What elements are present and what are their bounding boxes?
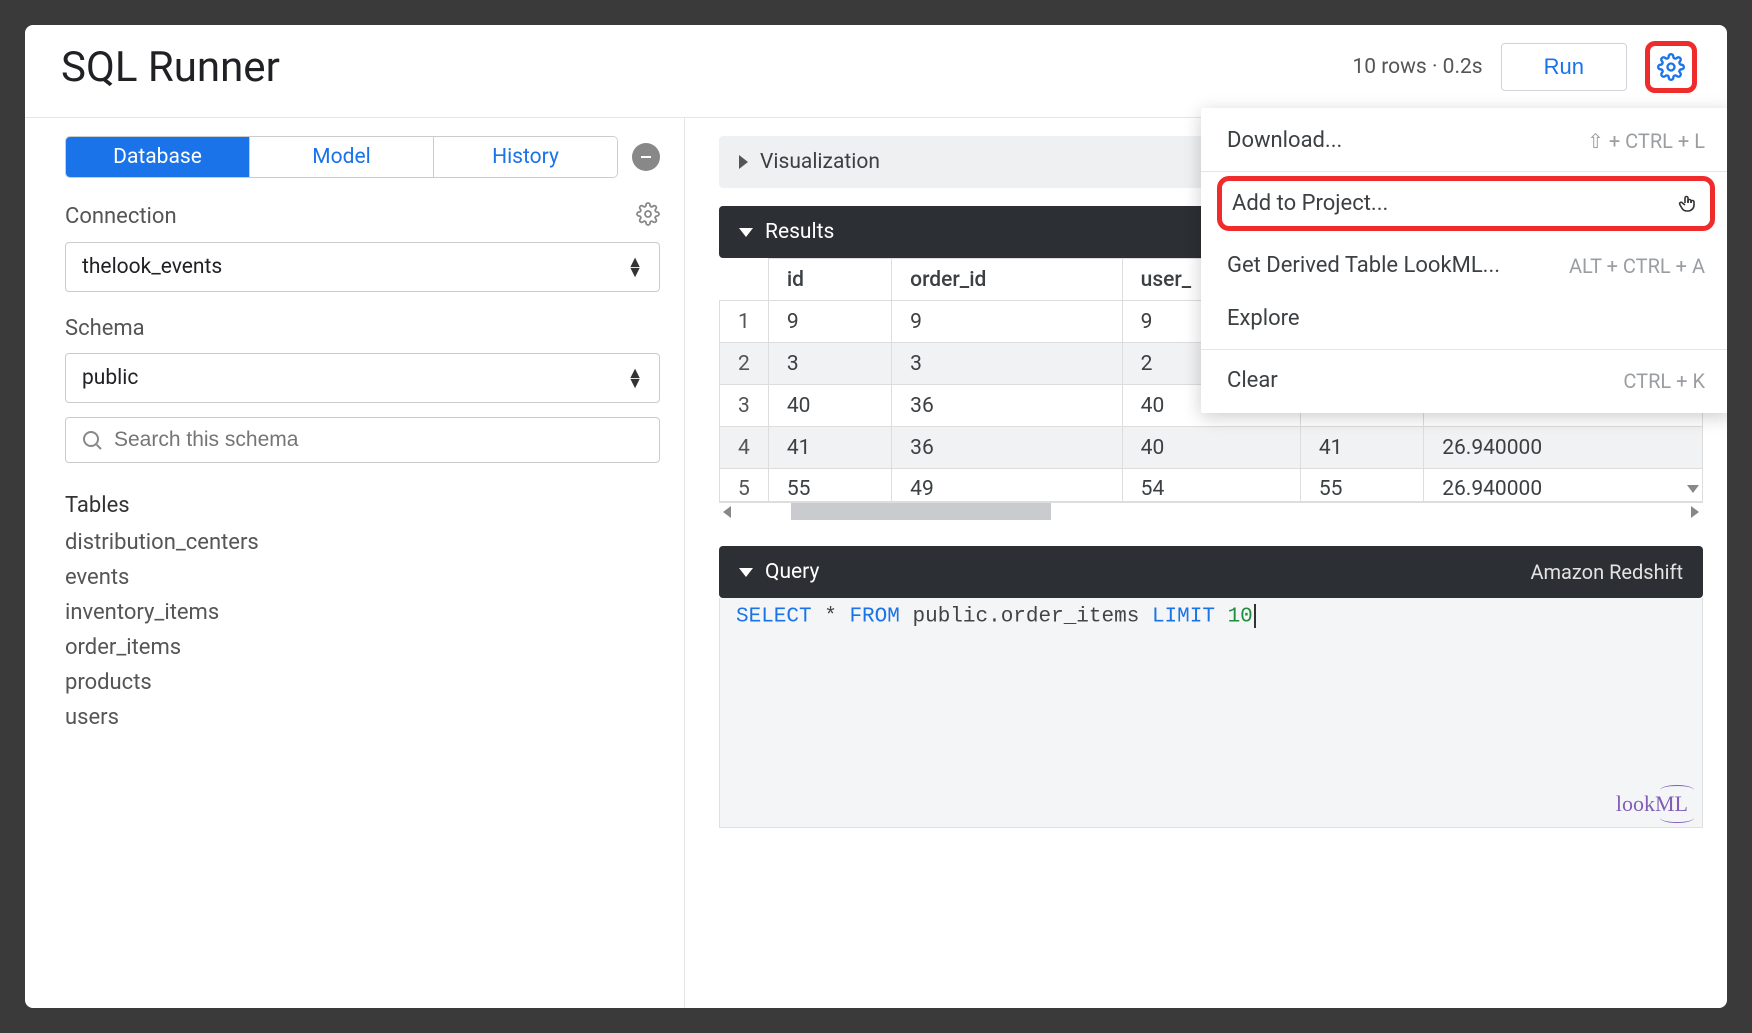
search-icon — [80, 428, 104, 452]
header-right: 10 rows · 0.2s Run — [1352, 41, 1697, 93]
gear-icon — [1657, 53, 1685, 81]
schema-section: Schema — [65, 316, 660, 341]
table-row[interactable]: 44136404126.940000 — [720, 427, 1703, 469]
menu-clear[interactable]: Clear CTRL + K — [1201, 354, 1727, 407]
query-panel-header[interactable]: Query Amazon Redshift — [719, 546, 1703, 598]
scroll-right-icon — [1691, 506, 1699, 518]
connection-select[interactable]: thelook_events ▲▼ — [65, 242, 660, 292]
content-area: Visualization Results id order_id — [685, 118, 1727, 1008]
query-label: Query — [765, 560, 819, 584]
gear-icon — [636, 202, 660, 226]
app-window: SQL Runner 10 rows · 0.2s Run Database M… — [25, 25, 1727, 1008]
schema-label: Schema — [65, 316, 145, 341]
caret-down-icon — [739, 228, 753, 237]
connection-value: thelook_events — [82, 255, 222, 279]
page-header: SQL Runner 10 rows · 0.2s Run — [25, 25, 1727, 118]
rows-info: 10 rows · 0.2s — [1352, 55, 1482, 79]
menu-separator — [1201, 171, 1727, 172]
sql-editor[interactable]: SELECT * FROM public.order_items LIMIT 1… — [719, 598, 1703, 828]
column-header[interactable]: order_id — [892, 259, 1122, 301]
sort-icon: ▲▼ — [627, 368, 643, 387]
menu-explore[interactable]: Explore — [1201, 292, 1727, 345]
table-item[interactable]: order_items — [65, 633, 660, 662]
schema-search[interactable] — [65, 417, 660, 463]
sidebar: Database Model History Connection — [25, 118, 685, 1008]
table-row[interactable]: 55549545526.940000 — [720, 469, 1703, 502]
pointer-hand-icon — [1676, 192, 1700, 216]
scroll-down-icon — [1687, 485, 1699, 493]
table-item[interactable]: inventory_items — [65, 598, 660, 627]
table-item[interactable]: users — [65, 703, 660, 732]
query-panel: Query Amazon Redshift SELECT * FROM publ… — [719, 546, 1703, 828]
tab-history[interactable]: History — [434, 137, 617, 177]
tab-database[interactable]: Database — [66, 137, 250, 177]
tables-label: Tables — [65, 493, 130, 518]
table-list: distribution_centers events inventory_it… — [65, 528, 660, 732]
schema-value: public — [82, 366, 138, 390]
caret-down-icon — [739, 568, 753, 577]
caret-right-icon — [739, 155, 748, 169]
table-item[interactable]: events — [65, 563, 660, 592]
table-item[interactable]: distribution_centers — [65, 528, 660, 557]
horizontal-scrollbar[interactable] — [719, 502, 1703, 520]
run-button[interactable]: Run — [1501, 43, 1627, 91]
menu-add-to-project[interactable]: Add to Project... — [1217, 176, 1715, 231]
menu-download[interactable]: Download... ⇧ + CTRL + L — [1201, 114, 1727, 167]
settings-dropdown: Download... ⇧ + CTRL + L Add to Project.… — [1201, 108, 1727, 413]
results-label: Results — [765, 220, 834, 244]
collapse-sidebar-button[interactable] — [632, 143, 660, 171]
visualization-label: Visualization — [760, 150, 880, 174]
schema-select[interactable]: public ▲▼ — [65, 353, 660, 403]
sidebar-tab-row: Database Model History — [65, 136, 660, 178]
sidebar-tabs: Database Model History — [65, 136, 618, 178]
minus-icon — [638, 149, 654, 165]
table-item[interactable]: products — [65, 668, 660, 697]
connection-section: Connection — [65, 202, 660, 230]
db-engine-label: Amazon Redshift — [1530, 560, 1683, 584]
tab-model[interactable]: Model — [250, 137, 434, 177]
page-title: SQL Runner — [61, 43, 280, 92]
scroll-left-icon — [723, 506, 731, 518]
lookml-logo: lookML — [1616, 791, 1688, 817]
settings-gear-button[interactable] — [1645, 41, 1697, 93]
connection-label: Connection — [65, 204, 177, 229]
menu-separator — [1201, 349, 1727, 350]
schema-search-input[interactable] — [114, 428, 645, 452]
text-cursor — [1254, 604, 1256, 628]
scroll-thumb[interactable] — [791, 503, 1051, 520]
menu-get-derived-lookml[interactable]: Get Derived Table LookML... ALT + CTRL +… — [1201, 239, 1727, 292]
sort-icon: ▲▼ — [627, 257, 643, 276]
column-header[interactable]: id — [768, 259, 891, 301]
tables-section: Tables — [65, 493, 660, 518]
connection-gear-button[interactable] — [636, 202, 660, 230]
main-area: Database Model History Connection — [25, 118, 1727, 1008]
